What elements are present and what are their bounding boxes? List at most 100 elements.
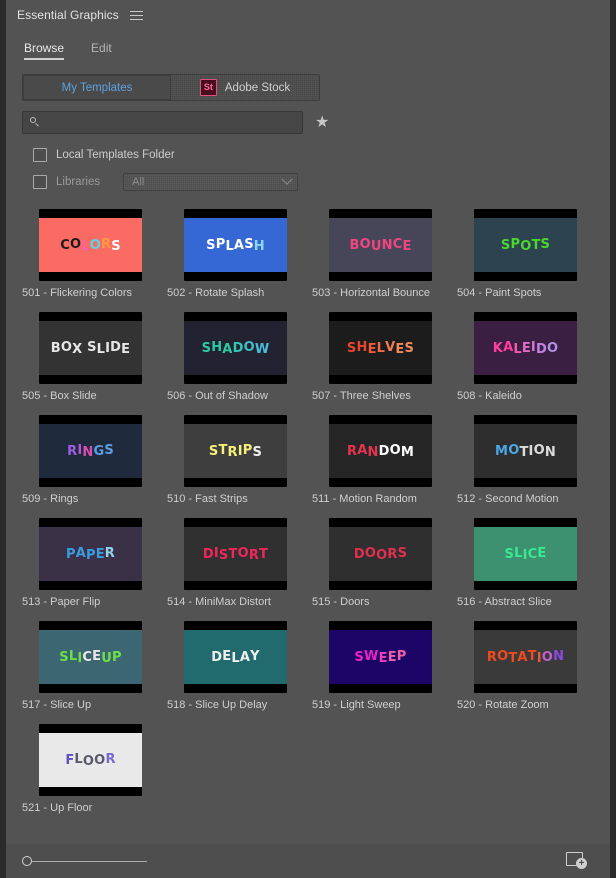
template-card[interactable]: SLICE 516 - Abstract Slice	[457, 518, 595, 608]
template-thumbnail[interactable]: MOTION	[474, 415, 577, 487]
template-thumbnail[interactable]: STRIPS	[184, 415, 287, 487]
thumbnail-letter: D	[536, 343, 547, 356]
my-templates-button[interactable]: My Templates	[23, 75, 171, 100]
template-thumbnail[interactable]: COLORS	[39, 209, 142, 281]
template-grid-scroll[interactable]: COLORS501 - Flickering ColorsSPLASH502 -…	[6, 193, 610, 844]
template-thumbnail[interactable]: SPOTS	[474, 209, 577, 281]
thumbnail-art: FLOOR	[39, 733, 142, 787]
thumbnail-letter: O	[542, 651, 553, 664]
template-thumbnail[interactable]: SHADOW	[184, 312, 287, 384]
template-card[interactable]: DOORS515 - Doors	[312, 518, 450, 608]
thumbnail-word: SWEEP	[354, 651, 406, 664]
template-thumbnail[interactable]: DOORS	[329, 518, 432, 590]
tab-edit[interactable]: Edit	[91, 41, 112, 60]
slider-knob[interactable]	[22, 856, 32, 866]
tab-browse[interactable]: Browse	[24, 41, 64, 60]
thumbnail-letter: S	[354, 651, 364, 664]
thumbnail-letter: C	[393, 238, 403, 251]
adobe-stock-label: Adobe Stock	[225, 82, 290, 94]
thumbnail-letter: E	[522, 342, 531, 355]
search-box[interactable]	[22, 111, 303, 134]
template-thumbnail[interactable]: BOX SLIDE	[39, 312, 142, 384]
template-thumbnail[interactable]: KALEIDO	[474, 312, 577, 384]
template-thumbnail[interactable]: ROTATION	[474, 621, 577, 693]
thumbnail-letter: O	[390, 444, 401, 457]
thumbnail-letter: O	[547, 342, 558, 355]
thumbnail-art: COLORS	[39, 218, 142, 272]
source-toggle: My Templates St Adobe Stock	[22, 74, 320, 101]
thumbnail-letter: O	[520, 240, 531, 253]
thumbnail-letter: L	[74, 753, 82, 766]
template-card[interactable]: KALEIDO508 - Kaleido	[457, 312, 595, 402]
template-thumbnail[interactable]: SPLASH	[184, 209, 287, 281]
thumbnail-letter: R	[101, 238, 111, 251]
thumbnail-letter: O	[534, 444, 545, 457]
thumbnail-letter: F	[65, 754, 74, 767]
search-input[interactable]	[46, 116, 302, 130]
thumbnail-letter: E	[537, 547, 546, 560]
template-card[interactable]: SPLASH502 - Rotate Splash	[167, 209, 305, 299]
template-card[interactable]: DELAY518 - Slice Up Delay	[167, 621, 305, 711]
template-card[interactable]: RANDOM511 - Motion Random	[312, 415, 450, 505]
thumbnail-art: SHADOW	[184, 321, 287, 375]
thumbnail-letter: S	[398, 547, 408, 560]
template-card[interactable]: ROTATION520 - Rotate Zoom	[457, 621, 595, 711]
template-card[interactable]: PAPER513 - Paper Flip	[22, 518, 160, 608]
template-thumbnail[interactable]: FLOOR	[39, 724, 142, 796]
libraries-select[interactable]: All	[123, 173, 298, 191]
thumbnail-art: DOORS	[329, 527, 432, 581]
template-card[interactable]: BOX SLIDE505 - Box Slide	[22, 312, 160, 402]
template-card[interactable]: SHADOW506 - Out of Shadow	[167, 312, 305, 402]
star-icon[interactable]: ★	[315, 115, 329, 131]
thumbnail-art: KALEIDO	[474, 321, 577, 375]
local-templates-checkbox[interactable]	[33, 148, 47, 162]
thumbnail-letter: S	[104, 444, 114, 457]
template-card[interactable]: SLICEUP517 - Slice Up	[22, 621, 160, 711]
panel-title: Essential Graphics	[17, 8, 119, 22]
template-card[interactable]: DISTORT514 - MiniMax Distort	[167, 518, 305, 608]
template-thumbnail[interactable]: DISTORT	[184, 518, 287, 590]
template-thumbnail[interactable]: SLICE	[474, 518, 577, 590]
adobe-stock-button[interactable]: St Adobe Stock	[171, 75, 319, 100]
new-layer-icon[interactable]: +	[566, 851, 588, 871]
thumbnail-letter: A	[234, 239, 244, 252]
hamburger-menu-icon[interactable]	[130, 9, 143, 21]
thumbnail-letter: A	[76, 547, 86, 560]
thumbnail-art: DISTORT	[184, 527, 287, 581]
thumbnail-word: BOX SLIDE	[51, 342, 131, 355]
template-card[interactable]: RINGS 509 - Rings	[22, 415, 160, 505]
thumbnail-letter: N	[382, 239, 393, 252]
thumbnail-letter: G	[93, 445, 104, 458]
template-card[interactable]: SHELVES507 - Three Shelves	[312, 312, 450, 402]
thumbnail-art: ROTATION	[474, 630, 577, 684]
template-thumbnail[interactable]: SHELVES	[329, 312, 432, 384]
template-thumbnail[interactable]: DELAY	[184, 621, 287, 693]
template-card[interactable]: MOTION512 - Second Motion	[457, 415, 595, 505]
template-card[interactable]: FLOOR521 - Up Floor	[22, 724, 160, 814]
thumbnail-letter: O	[508, 444, 519, 457]
thumbnail-letter: R	[347, 445, 357, 458]
template-thumbnail[interactable]: PAPER	[39, 518, 142, 590]
thumbnail-size-slider[interactable]	[22, 854, 147, 868]
template-thumbnail[interactable]: RINGS	[39, 415, 142, 487]
thumbnail-letter: O	[70, 238, 81, 251]
template-card[interactable]: COLORS501 - Flickering Colors	[22, 209, 160, 299]
thumbnail-word: SPOTS	[501, 239, 550, 252]
thumbnail-letter: D	[110, 341, 121, 354]
template-thumbnail[interactable]: BOUNCE	[329, 209, 432, 281]
thumbnail-letter: O	[244, 341, 255, 354]
template-caption: 509 - Rings	[22, 493, 160, 505]
template-card[interactable]: BOUNCE503 - Horizontal Bounce	[312, 209, 450, 299]
slider-track	[27, 861, 147, 862]
libraries-select-value: All	[132, 176, 144, 188]
libraries-checkbox[interactable]	[33, 175, 47, 189]
thumbnail-letter: S	[87, 341, 97, 354]
template-thumbnail[interactable]: RANDOM	[329, 415, 432, 487]
template-thumbnail[interactable]: SWEEP	[329, 621, 432, 693]
template-card[interactable]: STRIPS510 - Fast Strips	[167, 415, 305, 505]
template-card[interactable]: SPOTS504 - Paint Spots	[457, 209, 595, 299]
template-caption: 516 - Abstract Slice	[457, 596, 595, 608]
thumbnail-letter: R	[249, 549, 259, 562]
template-thumbnail[interactable]: SLICEUP	[39, 621, 142, 693]
template-card[interactable]: SWEEP519 - Light Sweep	[312, 621, 450, 711]
